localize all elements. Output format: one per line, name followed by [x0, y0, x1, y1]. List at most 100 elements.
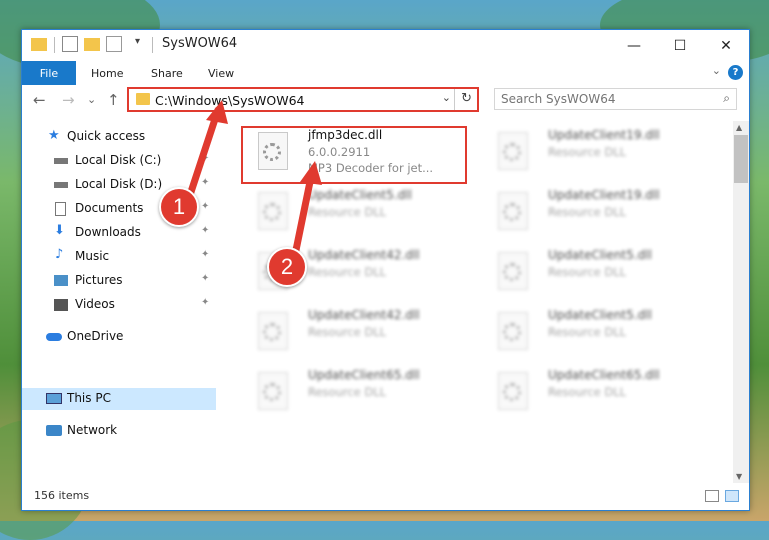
pin-icon[interactable]: ✦ [201, 273, 209, 284]
star-icon: ★ [48, 128, 60, 143]
sidebar-item-onedrive[interactable]: OneDrive [22, 326, 216, 348]
sidebar-item-label: Local Disk (C:) [75, 153, 162, 167]
scrollbar-thumb[interactable] [734, 135, 748, 183]
sidebar-item-videos[interactable]: Videos ✦ [22, 294, 216, 316]
gear-icon [503, 263, 521, 281]
large-icons-view-icon[interactable] [725, 490, 739, 502]
back-button[interactable]: ← [33, 91, 46, 109]
file-name: UpdateClient19.dll [548, 128, 660, 142]
onedrive-icon [46, 333, 62, 341]
sidebar-item-quick-access[interactable]: ★ Quick access [22, 126, 216, 148]
details-view-icon[interactable] [705, 490, 719, 502]
customize-icon[interactable] [106, 36, 122, 52]
sidebar-item-pictures[interactable]: Pictures ✦ [22, 270, 216, 292]
divider [152, 37, 153, 53]
sidebar-item-network[interactable]: Network [22, 420, 216, 442]
file-item[interactable]: UpdateClient5.dll Resource DLL [484, 304, 714, 356]
computer-icon [46, 393, 62, 404]
properties-icon[interactable] [62, 36, 78, 52]
item-count: 156 items [34, 489, 90, 502]
scroll-down-icon[interactable]: ▼ [736, 472, 742, 481]
file-item[interactable]: UpdateClient19.dll Resource DLL [484, 124, 714, 176]
minimize-button[interactable]: — [611, 30, 657, 61]
close-button[interactable]: ✕ [703, 30, 749, 61]
sidebar-item-label: Local Disk (D:) [75, 177, 163, 191]
pin-icon[interactable]: ✦ [201, 297, 209, 308]
new-folder-icon[interactable] [84, 38, 100, 51]
folder-icon [31, 38, 47, 51]
file-item[interactable]: UpdateClient42.dll Resource DLL [244, 304, 474, 356]
title-bar: ▾ SysWOW64 — ☐ ✕ [22, 30, 749, 61]
file-name: UpdateClient65.dll [548, 368, 660, 382]
pin-icon[interactable]: ✦ [201, 201, 209, 212]
file-item[interactable]: UpdateClient65.dll Resource DLL [484, 364, 714, 416]
search-icon[interactable]: ⌕ [723, 91, 730, 106]
status-bar: 156 items [22, 485, 749, 510]
sidebar-item-label: Quick access [67, 129, 146, 143]
maximize-button[interactable]: ☐ [657, 30, 703, 61]
network-icon [46, 425, 62, 436]
window-title: SysWOW64 [162, 36, 238, 51]
file-description: Resource DLL [548, 385, 627, 399]
file-item[interactable]: UpdateClient5.dll Resource DLL [244, 184, 474, 236]
search-input[interactable] [501, 91, 701, 107]
file-description: Resource DLL [548, 325, 627, 339]
quick-access-dropdown-icon[interactable]: ▾ [135, 36, 151, 52]
sidebar-item-label: Pictures [75, 273, 123, 287]
pin-icon[interactable]: ✦ [201, 177, 209, 188]
address-path[interactable]: C:\Windows\SysWOW64 [155, 93, 304, 108]
dll-file-icon [498, 192, 528, 230]
dll-file-icon [258, 372, 288, 410]
downloads-icon: ⬇ [54, 223, 65, 238]
file-item[interactable]: UpdateClient65.dll Resource DLL [244, 364, 474, 416]
collapse-ribbon-icon[interactable]: ⌄ [712, 64, 721, 77]
tab-file[interactable]: File [22, 61, 76, 85]
scroll-up-icon[interactable]: ▲ [736, 123, 742, 132]
tab-home[interactable]: Home [91, 61, 123, 85]
address-bar[interactable]: C:\Windows\SysWOW64 ⌄ ↻ [127, 87, 479, 112]
folder-icon [136, 93, 150, 105]
step-2-badge: 2 [267, 247, 307, 287]
tab-share[interactable]: Share [151, 61, 183, 85]
help-icon[interactable]: ? [728, 65, 743, 80]
sidebar-item-label: Documents [75, 201, 144, 215]
file-description: Resource DLL [308, 265, 387, 279]
pin-icon[interactable]: ✦ [201, 225, 209, 236]
recent-locations-button[interactable]: ⌄ [87, 93, 96, 106]
vertical-scrollbar[interactable]: ▲ ▼ [733, 121, 749, 483]
gear-icon [503, 383, 521, 401]
sidebar-item-local-disk-c[interactable]: Local Disk (C:) ✦ [22, 150, 216, 172]
tab-view[interactable]: View [208, 61, 234, 85]
navigation-bar: ← → ⌄ ↑ C:\Windows\SysWOW64 ⌄ ↻ ⌕ [22, 85, 749, 117]
minimize-icon: — [627, 37, 641, 54]
divider [54, 37, 55, 53]
file-highlight-box [241, 126, 467, 184]
file-description: Resource DLL [308, 385, 387, 399]
sidebar-item-label: Music [75, 249, 110, 263]
documents-icon [55, 202, 66, 216]
close-icon: ✕ [720, 37, 732, 54]
forward-button[interactable]: → [62, 91, 75, 109]
chevron-down-icon[interactable]: ⌄ [442, 91, 451, 104]
pin-icon[interactable]: ✦ [201, 249, 209, 260]
ribbon-tabs: File Home Share View ⌄ ? [22, 61, 749, 85]
sidebar-item-this-pc[interactable]: This PC [22, 388, 216, 410]
file-item[interactable]: UpdateClient19.dll Resource DLL [484, 184, 714, 236]
file-name: UpdateClient19.dll [548, 188, 660, 202]
music-icon: ♪ [55, 247, 64, 262]
search-box[interactable]: ⌕ [494, 88, 737, 110]
file-name: UpdateClient42.dll [308, 248, 420, 262]
gear-icon [263, 383, 281, 401]
pin-icon[interactable]: ✦ [201, 153, 209, 164]
file-name: UpdateClient42.dll [308, 308, 420, 322]
dll-file-icon [498, 252, 528, 290]
file-item[interactable]: UpdateClient5.dll Resource DLL [484, 244, 714, 296]
pictures-icon [54, 275, 68, 286]
refresh-icon[interactable]: ↻ [461, 91, 472, 106]
up-button[interactable]: ↑ [107, 91, 120, 109]
dll-file-icon [258, 312, 288, 350]
dll-file-icon [498, 372, 528, 410]
sidebar-item-music[interactable]: ♪ Music ✦ [22, 246, 216, 268]
sidebar-item-label: OneDrive [67, 329, 124, 343]
drive-icon [54, 182, 68, 188]
